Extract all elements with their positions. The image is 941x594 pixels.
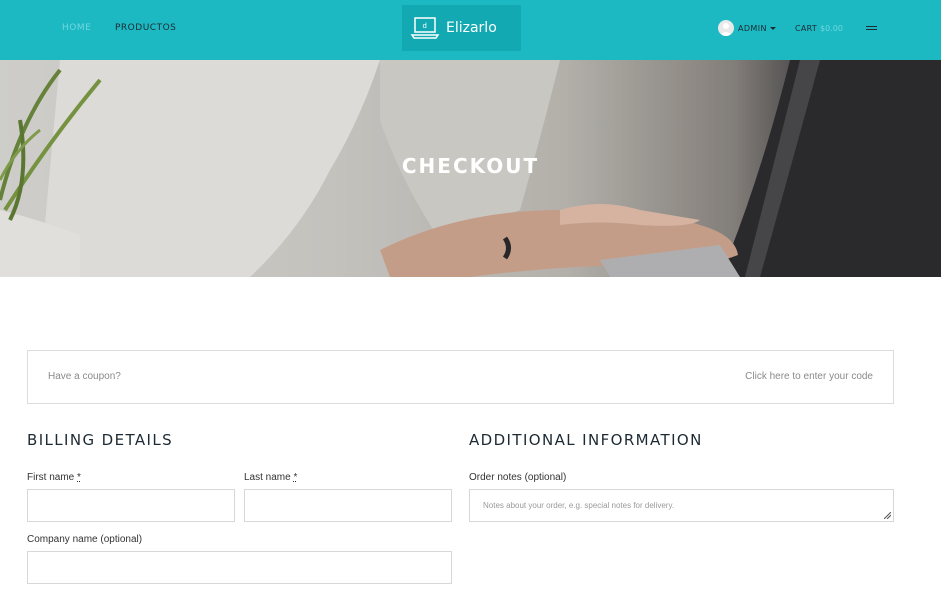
last-name-label-text: Last name — [244, 472, 291, 483]
user-name-label: ADMIN — [738, 23, 767, 33]
enter-coupon-link[interactable]: Click here to enter your code — [745, 371, 873, 382]
company-name-input[interactable] — [27, 551, 452, 584]
coupon-notice: Have a coupon? Click here to enter your … — [27, 350, 894, 404]
order-notes-placeholder: Notes about your order, e.g. special not… — [483, 501, 675, 510]
hamburger-menu-icon[interactable] — [866, 26, 877, 33]
logo-text: Elizarlo — [446, 20, 497, 36]
first-name-input[interactable] — [27, 489, 235, 522]
svg-text:d: d — [423, 22, 427, 30]
chevron-down-icon — [769, 26, 776, 30]
top-navigation-bar: HOME PRODUCTOS d Elizarlo ADMIN CART $0.… — [0, 0, 941, 60]
resize-handle-icon[interactable] — [884, 512, 891, 519]
avatar — [718, 20, 734, 36]
additional-information-heading: ADDITIONAL INFORMATION — [469, 431, 703, 449]
first-name-label-text: First name — [27, 472, 75, 483]
required-mark: * — [293, 472, 298, 483]
required-mark: * — [77, 472, 81, 483]
order-notes-textarea[interactable]: Notes about your order, e.g. special not… — [469, 489, 894, 522]
coupon-prompt: Have a coupon? — [48, 371, 121, 382]
nav-home-link[interactable]: HOME — [62, 23, 91, 33]
page-title: CHECKOUT — [401, 154, 540, 178]
laptop-icon: d — [410, 17, 440, 39]
last-name-label: Last name * — [244, 472, 297, 483]
order-notes-label: Order notes (optional) — [469, 472, 567, 483]
first-name-label: First name * — [27, 472, 81, 483]
last-name-input[interactable] — [244, 489, 452, 522]
cart-amount: $0.00 — [820, 24, 843, 33]
user-avatar-icon — [720, 23, 732, 36]
site-logo[interactable]: d Elizarlo — [402, 5, 521, 51]
cart-link[interactable]: CART — [795, 24, 817, 33]
nav-productos-link[interactable]: PRODUCTOS — [115, 23, 176, 33]
hero-banner: CHECKOUT — [0, 60, 941, 277]
billing-details-heading: BILLING DETAILS — [27, 431, 174, 449]
user-menu[interactable]: ADMIN — [718, 20, 776, 36]
company-name-label: Company name (optional) — [27, 534, 143, 545]
